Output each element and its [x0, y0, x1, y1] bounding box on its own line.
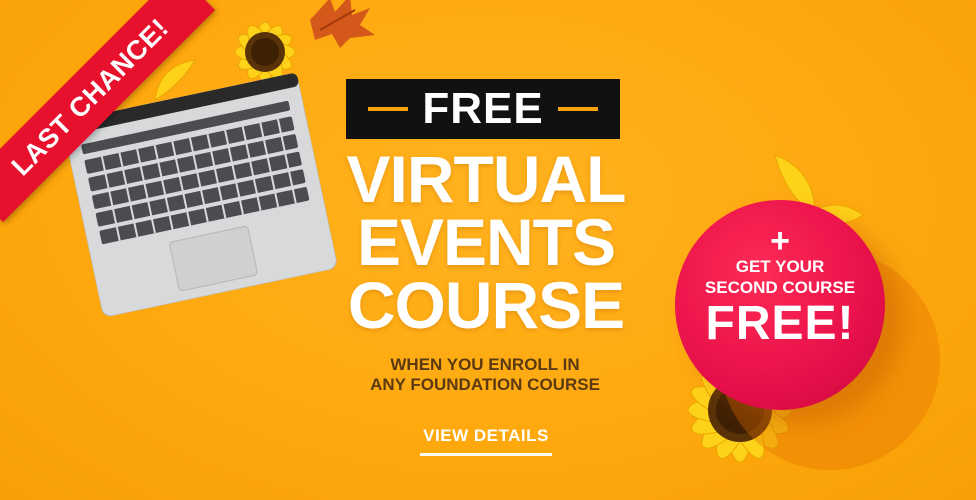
tag-dash-right: [557, 107, 598, 111]
title-line: VIRTUAL: [346, 142, 627, 216]
plus-icon: +: [770, 222, 790, 260]
title-line: EVENTS: [356, 205, 616, 279]
page-title: VIRTUAL EVENTS COURSE: [296, 142, 676, 342]
promo-banner[interactable]: LAST CHANCE! FREE VIRTUAL EVENTS COURSE …: [0, 0, 976, 500]
subtitle-line: WHEN YOU ENROLL IN: [390, 355, 580, 374]
badge-line: SECOND COURSE: [704, 278, 856, 297]
free-tag: FREE: [346, 79, 620, 139]
badge-free: FREE!: [705, 297, 855, 350]
view-details-link[interactable]: VIEW DETAILS: [420, 426, 552, 456]
tag-label: FREE: [422, 84, 544, 133]
tag-dash-left: [368, 107, 409, 111]
subtitle-line: ANY FOUNDATION COURSE: [370, 375, 600, 394]
subtitle: WHEN YOU ENROLL IN ANY FOUNDATION COURSE: [330, 355, 640, 395]
second-course-badge: + GET YOUR SECOND COURSE FREE!: [675, 200, 885, 410]
badge-line: GET YOUR: [735, 257, 825, 276]
title-line: COURSE: [347, 268, 625, 342]
